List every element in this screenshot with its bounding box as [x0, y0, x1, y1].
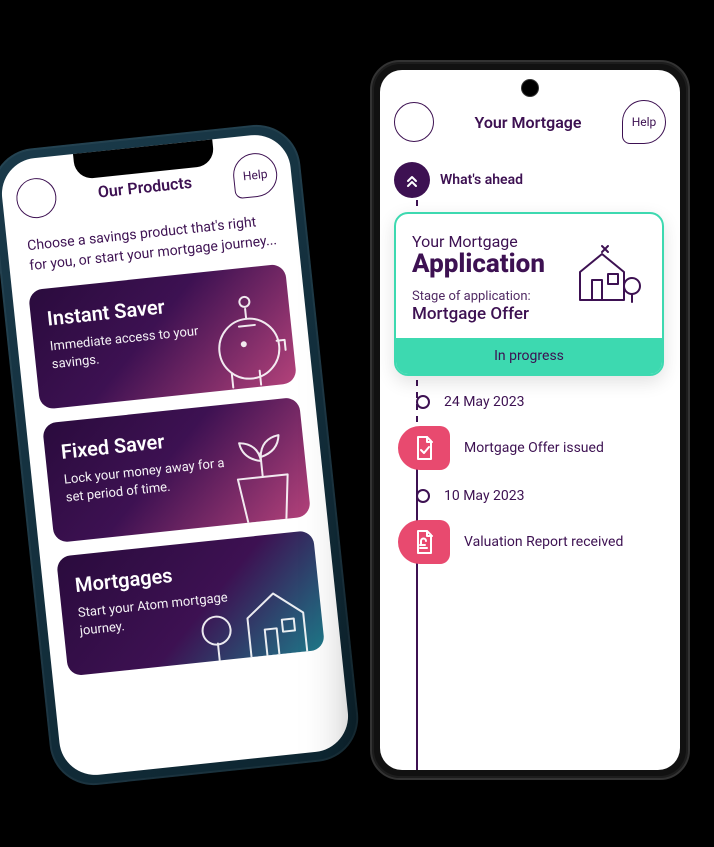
status-bar: In progress — [396, 338, 662, 374]
timeline-date-text: 10 May 2023 — [444, 488, 525, 504]
phone-products: Our Products Help Choose a savings produ… — [0, 121, 363, 790]
plant-pot-icon — [197, 412, 311, 537]
close-button[interactable] — [14, 176, 58, 220]
card-instant-saver[interactable]: Instant Saver Immediate access to your s… — [28, 264, 297, 410]
document-pound-icon — [398, 520, 450, 564]
whats-ahead-label: What's ahead — [440, 172, 523, 188]
back-button[interactable] — [394, 102, 434, 142]
application-card[interactable]: Your Mortgage Application Stage of appli… — [394, 212, 664, 376]
timeline-event[interactable]: Mortgage Offer issued — [398, 426, 666, 470]
timeline-date-text: 24 May 2023 — [444, 394, 525, 410]
mortgage-body: What's ahead Your Mortgage Application S… — [380, 154, 680, 770]
help-label: Help — [242, 167, 268, 183]
house-tree-icon — [192, 555, 325, 672]
app-stage-label: Stage of application: — [412, 289, 545, 304]
help-label: Help — [632, 115, 657, 129]
event-label: Mortgage Offer issued — [464, 440, 604, 456]
product-card-list: Instant Saver Immediate access to your s… — [12, 262, 341, 678]
piggy-bank-icon — [184, 289, 297, 404]
card-fixed-saver[interactable]: Fixed Saver Lock your money away for a s… — [42, 397, 311, 543]
close-icon — [28, 189, 46, 207]
screen-mortgage: Your Mortgage Help What's ahead Your Mor… — [380, 70, 680, 770]
timeline-dot-icon — [416, 395, 430, 409]
camera-punch-hole — [522, 80, 538, 96]
arrow-left-icon — [406, 114, 422, 130]
app-line2: Application — [412, 249, 545, 279]
app-stage-value: Mortgage Offer — [412, 304, 545, 324]
card-mortgages[interactable]: Mortgages Start your Atom mortgage journ… — [56, 530, 325, 676]
chevron-up-double-icon — [394, 162, 430, 198]
whats-ahead[interactable]: What's ahead — [394, 162, 523, 198]
help-button[interactable]: Help — [622, 100, 666, 144]
event-label: Valuation Report received — [464, 534, 623, 550]
timeline-event[interactable]: Valuation Report received — [398, 520, 666, 564]
help-button[interactable]: Help — [231, 151, 279, 199]
timeline-solid — [416, 434, 418, 770]
timeline-date: 24 May 2023 — [408, 394, 666, 410]
phone-mortgage: Your Mortgage Help What's ahead Your Mor… — [370, 60, 690, 780]
screen-products: Our Products Help Choose a savings produ… — [0, 132, 352, 779]
house-icon — [566, 232, 646, 324]
timeline-dot-icon — [416, 489, 430, 503]
document-check-icon — [398, 426, 450, 470]
page-title: Your Mortgage — [434, 113, 622, 132]
timeline-date: 10 May 2023 — [408, 488, 666, 504]
